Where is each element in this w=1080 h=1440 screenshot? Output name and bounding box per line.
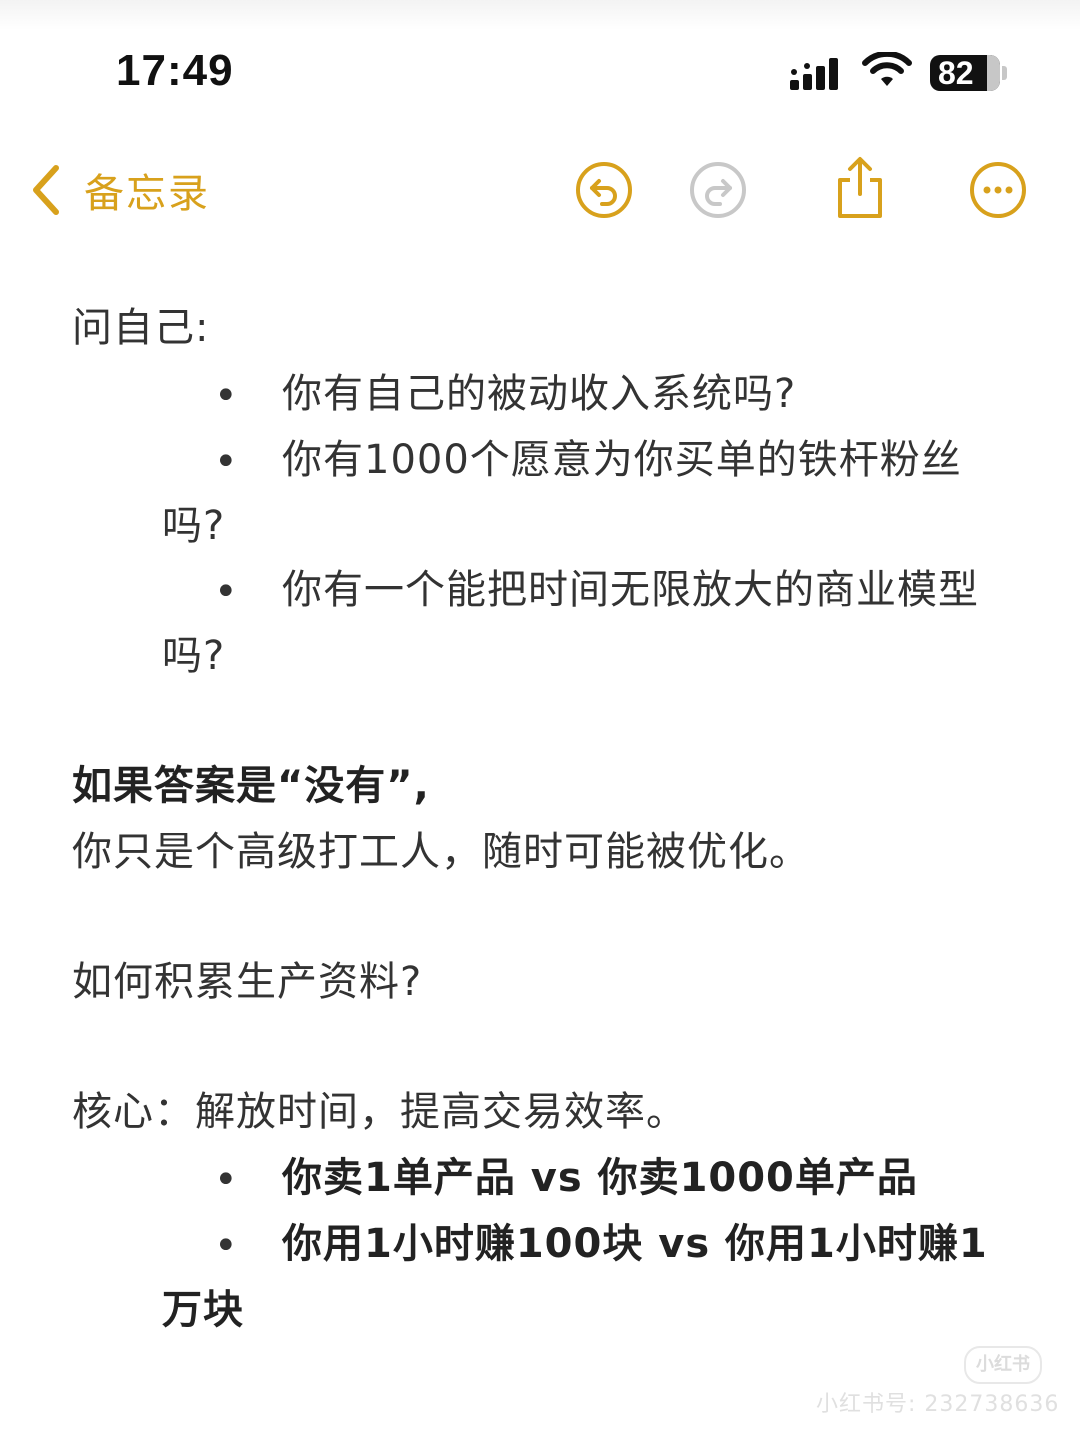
list-item: 你卖1单产品 vs 你卖1000单产品 <box>282 1155 918 1201</box>
list-item-continuation: 万块 <box>162 1287 244 1333</box>
bullet: • <box>214 373 238 419</box>
more-icon <box>970 162 1026 218</box>
battery-tip <box>1002 66 1007 80</box>
bullet: • <box>214 1157 238 1203</box>
watermark-id: 小红书号: 232738636 <box>816 1392 1060 1417</box>
chevron-left-icon <box>33 165 59 215</box>
more-button[interactable] <box>968 160 1028 220</box>
answer-line: 你只是个高级打工人，随时可能被优化。 <box>72 829 810 875</box>
battery-percentage: 82 <box>938 55 974 91</box>
battery-icon: 82 <box>930 55 1000 91</box>
undo-button[interactable] <box>574 160 634 220</box>
how-question-line: 如何积累生产资料? <box>72 959 423 1005</box>
list-item: 你有自己的被动收入系统吗? <box>282 371 797 417</box>
bullet: • <box>214 1223 238 1269</box>
undo-icon <box>576 162 632 218</box>
previous-content-fade <box>0 0 1080 30</box>
core-line: 核心：解放时间，提高交易效率。 <box>72 1089 687 1135</box>
list-item: 你用1小时赚100块 vs 你用1小时赚1 <box>282 1221 988 1267</box>
wifi-icon <box>862 52 912 86</box>
status-time: 17:49 <box>116 46 234 95</box>
back-button[interactable]: 备忘录 <box>28 160 210 220</box>
bullet: • <box>214 439 238 485</box>
answer-bold-line: 如果答案是“没有”, <box>72 763 430 809</box>
watermark-logo: 小红书 <box>964 1346 1042 1384</box>
list-item: 你有一个能把时间无限放大的商业模型 <box>282 567 979 613</box>
signal-icon <box>790 58 838 90</box>
list-item-continuation: 吗? <box>162 633 226 679</box>
question-heading: 问自己: <box>72 305 210 351</box>
list-item: 你有1000个愿意为你买单的铁杆粉丝 <box>282 437 962 483</box>
battery-empty-segment <box>987 55 1000 91</box>
redo-button[interactable] <box>688 160 748 220</box>
redo-icon <box>690 162 746 218</box>
share-button[interactable] <box>830 156 890 218</box>
share-icon <box>838 157 882 218</box>
bullet: • <box>214 569 238 615</box>
back-button-label: 备忘录 <box>84 171 210 217</box>
list-item-continuation: 吗? <box>162 503 226 549</box>
